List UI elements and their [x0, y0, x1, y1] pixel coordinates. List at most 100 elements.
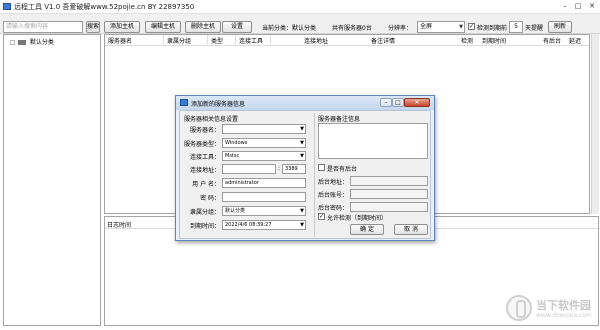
has-backend-checkbox[interactable] [318, 164, 325, 171]
server-notes-section-title: 服务器备注信息 [318, 116, 361, 123]
column-divider[interactable] [207, 35, 208, 46]
group-label: 隶属分组： [189, 209, 220, 216]
column-divider[interactable] [235, 35, 236, 46]
resolution-label: 分辨率： [388, 25, 413, 32]
chevron-down-icon: ▼ [300, 153, 304, 159]
server-notes-textarea[interactable] [318, 123, 428, 159]
column-header[interactable]: 连接地址 [304, 36, 328, 45]
column-divider[interactable] [270, 35, 271, 46]
backend-addr-label: 后台地址： [318, 179, 349, 186]
backend-password-label: 后台密码： [318, 205, 349, 212]
add-host-button[interactable]: 添加主机 [104, 21, 140, 33]
column-header[interactable]: 连接工具 [239, 36, 263, 45]
window-title: 远程工具 V1.0 吾爱破解www.52pojie.cn BY 22897350 [14, 3, 195, 11]
tree-item-default-group[interactable]: □ 默认分类 [10, 37, 54, 46]
conn-addr-label: 连接地址： [189, 167, 220, 174]
app-icon [3, 3, 11, 10]
column-header[interactable]: 服务器名 [108, 36, 132, 45]
has-backend-label: 是否有后台 [327, 166, 358, 173]
tree-expander-icon[interactable]: □ [10, 39, 16, 46]
username-input[interactable]: administrator [222, 178, 306, 188]
expire-check-checkbox[interactable]: ✓ [468, 23, 475, 30]
backend-account-label: 后台账号： [318, 192, 349, 199]
column-divider[interactable] [163, 35, 164, 46]
resolution-value: 全屏 [420, 23, 433, 30]
column-header[interactable]: 隶属分组 [167, 36, 191, 45]
conn-tool-value: Mstsc [225, 153, 240, 159]
column-header[interactable]: 备注详情 [371, 36, 395, 45]
watermark-title: 当下软件园 [536, 299, 591, 312]
ok-button[interactable]: 确 定 [350, 224, 384, 235]
search-button[interactable]: 搜索 [86, 21, 100, 33]
edit-host-button[interactable]: 编辑主机 [145, 21, 181, 33]
dialog-maximize-button[interactable]: □ [392, 98, 404, 107]
conn-tool-label: 连接工具： [189, 154, 220, 161]
close-button[interactable]: ✕ [587, 2, 597, 11]
dialog-minimize-button[interactable]: – [380, 98, 392, 107]
watermark-url: www.downxia.com [536, 312, 592, 319]
server-info-section-title: 服务器相关信息设置 [184, 116, 239, 123]
server-type-select[interactable]: Windows ▼ [222, 138, 306, 148]
server-name-label: 服务器名： [189, 127, 220, 134]
delete-host-button[interactable]: 删除主机 [185, 21, 221, 33]
days-input[interactable]: 5 [509, 21, 523, 33]
backend-addr-input[interactable] [350, 176, 428, 186]
username-label: 用 户 名： [192, 181, 220, 188]
watermark-logo-icon [506, 295, 532, 321]
window-titlebar: 远程工具 V1.0 吾爱破解www.52pojie.cn BY 22897350… [0, 0, 600, 14]
conn-tool-select[interactable]: Mstsc ▼ [222, 151, 306, 161]
chevron-down-icon: ▼ [300, 140, 304, 146]
toolbar: 请输入搜索内容 搜索 添加主机 编辑主机 删除主机 设置 当前分类：默认分类 共… [0, 14, 600, 34]
refresh-button[interactable]: 刷新 [548, 21, 572, 33]
chevron-down-icon: ▼ [300, 126, 304, 132]
expire-check-label: 检测到期前 [477, 25, 508, 32]
allow-check-label: 允许检测（到期时间） [327, 215, 388, 222]
settings-button[interactable]: 设置 [222, 21, 252, 33]
current-group-label: 当前分类：默认分类 [262, 25, 317, 32]
server-type-label: 服务器类型： [184, 141, 221, 148]
column-header[interactable]: 到期时间 [482, 36, 506, 45]
column-header[interactable]: 延迟 [569, 36, 581, 45]
port-input[interactable]: 3389 [282, 164, 306, 174]
backend-account-input[interactable] [350, 189, 428, 199]
server-name-input[interactable]: ▼ [222, 124, 306, 134]
resolution-select[interactable]: 全屏 ▼ [417, 21, 465, 33]
conn-addr-input[interactable] [222, 164, 276, 174]
days-label: 天提醒 [525, 25, 544, 32]
expire-time-label: 到期时间： [189, 223, 220, 230]
server-type-value: Windows [225, 140, 248, 146]
dialog-body: 服务器相关信息设置 服务器备注信息 服务器名： ▼ 服务器类型： Windows… [179, 110, 431, 239]
backend-password-input[interactable] [350, 202, 428, 212]
column-header[interactable]: 类型 [211, 36, 223, 45]
tree-item-label: 默认分类 [29, 39, 54, 46]
chevron-down-icon: ▼ [300, 208, 304, 214]
expire-time-picker[interactable]: 2022/4/6 08:39:27 ▼ [222, 220, 306, 230]
grid-header: 服务器名 隶属分组 类型 连接工具 连接地址 备注详情 检测 到期时间 有后台 … [105, 35, 589, 46]
dialog-app-icon [180, 99, 188, 106]
cancel-button[interactable]: 取 消 [394, 224, 428, 235]
minimize-button[interactable]: – [560, 2, 570, 11]
password-input[interactable] [222, 192, 306, 202]
column-header[interactable]: 检测 [461, 36, 473, 45]
dialog-titlebar[interactable]: 添加新的服务器信息 – □ ✕ [176, 96, 434, 110]
chevron-down-icon: ▼ [459, 24, 463, 30]
dialog-title: 添加新的服务器信息 [191, 101, 246, 108]
password-label: 密 码： [200, 195, 220, 202]
group-value: 默认分类 [225, 208, 246, 214]
column-header[interactable]: 有后台 [543, 36, 561, 45]
chevron-down-icon: ▼ [300, 222, 304, 228]
port-separator: : [278, 165, 281, 172]
add-server-dialog: 添加新的服务器信息 – □ ✕ 服务器相关信息设置 服务器备注信息 服务器名： … [175, 95, 435, 241]
maximize-button[interactable]: □ [573, 2, 583, 11]
server-count-label: 共有服务器0台 [332, 25, 372, 32]
grid-scrollbar[interactable] [591, 34, 599, 214]
group-tree[interactable]: □ 默认分类 [3, 34, 101, 326]
group-select[interactable]: 默认分类 ▼ [222, 206, 306, 216]
watermark: 当下软件园 www.downxia.com [506, 294, 600, 324]
folder-icon [17, 40, 26, 45]
expire-time-value: 2022/4/6 08:39:27 [225, 222, 272, 228]
allow-check-checkbox[interactable]: ✓ [318, 213, 325, 220]
dialog-close-button[interactable]: ✕ [404, 98, 430, 107]
search-input[interactable]: 请输入搜索内容 [3, 21, 83, 33]
section-divider [314, 113, 315, 237]
